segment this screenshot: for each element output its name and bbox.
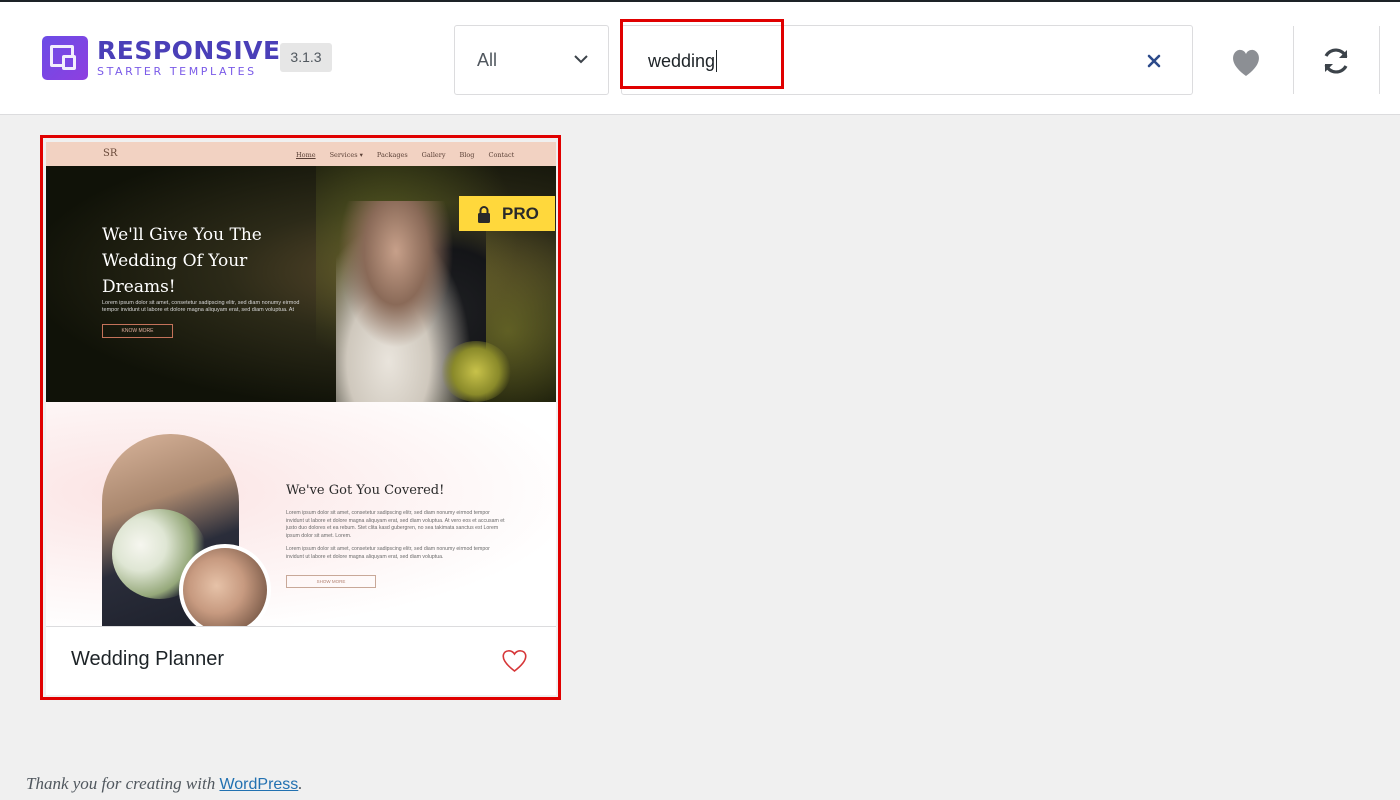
chevron-down-icon (574, 55, 588, 64)
footer-credit: Thank you for creating with WordPress. (26, 774, 303, 794)
category-select[interactable]: All (454, 25, 609, 95)
sync-icon[interactable] (1316, 42, 1356, 80)
logo-subtitle: STARTER TEMPLATES (97, 64, 257, 78)
close-icon[interactable] (1144, 51, 1164, 71)
header-divider (1379, 26, 1380, 94)
version-badge: 3.1.3 (280, 43, 332, 72)
logo-icon (42, 36, 88, 80)
search-highlight (620, 19, 784, 89)
logo-title: RESPONSIVE (97, 35, 281, 65)
footer-credit-text: Thank you for creating with (26, 774, 220, 793)
card-highlight (40, 135, 561, 700)
header-divider (1293, 26, 1294, 94)
brand-logo: RESPONSIVE STARTER TEMPLATES (42, 36, 281, 80)
wordpress-link[interactable]: WordPress (219, 776, 298, 793)
footer-period: . (298, 774, 303, 793)
heart-icon[interactable] (1222, 42, 1270, 80)
category-select-value: All (477, 50, 498, 70)
